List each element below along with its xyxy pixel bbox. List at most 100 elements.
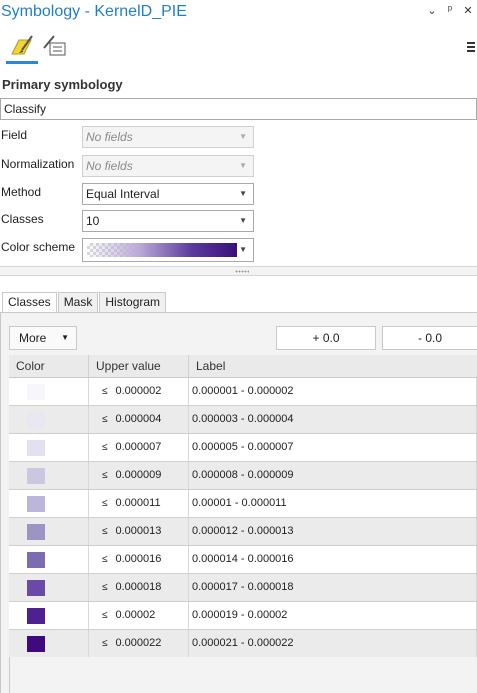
color-swatch[interactable] <box>26 579 45 596</box>
upper-value: 0.000013 <box>115 525 162 537</box>
less-equal-icon: ≤ <box>102 526 108 537</box>
close-icon[interactable]: ✕ <box>463 4 473 17</box>
label-cell[interactable]: 0.00001 - 0.000011 <box>189 490 477 517</box>
upper-value-cell[interactable]: ≤0.000009 <box>89 462 189 489</box>
chevron-down-icon: ▼ <box>239 245 247 254</box>
chevron-down-icon: ▼ <box>239 189 247 198</box>
increase-precision-button[interactable]: + 0.0 <box>276 326 376 350</box>
chevron-down-icon: ▼ <box>61 333 69 342</box>
color-swatch[interactable] <box>26 467 45 484</box>
upper-value: 0.000002 <box>115 385 162 397</box>
color-swatch[interactable] <box>26 635 45 652</box>
color-cell[interactable] <box>9 602 89 629</box>
chevron-down-icon[interactable]: ⌄ <box>427 4 437 17</box>
table-row[interactable]: ≤0.000013 0.000012 - 0.000013 <box>9 518 477 546</box>
color-scheme-dropdown[interactable]: ▼ <box>82 238 254 262</box>
less-equal-icon: ≤ <box>102 498 108 509</box>
label-cell[interactable]: 0.000017 - 0.000018 <box>189 574 477 601</box>
menu-icon[interactable] <box>467 42 475 54</box>
less-equal-icon: ≤ <box>102 610 108 621</box>
label-cell[interactable]: 0.000003 - 0.000004 <box>189 406 477 433</box>
color-cell[interactable] <box>9 434 89 461</box>
upper-value: 0.000011 <box>115 497 161 509</box>
chevron-down-icon: ▼ <box>239 161 247 170</box>
color-swatch[interactable] <box>26 551 45 568</box>
more-button[interactable]: More ▼ <box>9 326 77 350</box>
column-header-upper-value[interactable]: Upper value <box>89 355 189 377</box>
upper-value-cell[interactable]: ≤0.00002 <box>89 602 189 629</box>
color-cell[interactable] <box>9 378 89 405</box>
pane-splitter[interactable] <box>0 266 477 276</box>
primary-symbology-dropdown[interactable]: Classify <box>0 98 477 120</box>
table-row[interactable]: ≤0.000007 0.000005 - 0.000007 <box>9 434 477 462</box>
label-cell[interactable]: 0.000021 - 0.000022 <box>189 630 477 657</box>
primary-symbology-value: Classify <box>4 102 47 116</box>
tab-histogram[interactable]: Histogram <box>99 292 167 312</box>
table-row[interactable]: ≤0.000011 0.00001 - 0.000011 <box>9 490 477 518</box>
color-cell[interactable] <box>9 574 89 601</box>
upper-value-cell[interactable]: ≤0.000016 <box>89 546 189 573</box>
color-cell[interactable] <box>9 546 89 573</box>
color-swatch[interactable] <box>26 439 45 456</box>
column-header-label[interactable]: Label <box>189 355 477 377</box>
table-row[interactable]: ≤0.000009 0.000008 - 0.000009 <box>9 462 477 490</box>
color-cell[interactable] <box>9 406 89 433</box>
method-dropdown[interactable]: Equal Interval ▼ <box>82 183 254 205</box>
label-cell[interactable]: 0.000012 - 0.000013 <box>189 518 477 545</box>
color-cell[interactable] <box>9 518 89 545</box>
upper-value: 0.00002 <box>115 609 156 621</box>
less-equal-icon: ≤ <box>102 582 108 593</box>
primary-symbology-heading: Primary symbology <box>2 77 123 92</box>
table-row[interactable]: ≤0.000018 0.000017 - 0.000018 <box>9 574 477 602</box>
color-swatch[interactable] <box>26 383 45 400</box>
upper-value-cell[interactable]: ≤0.000018 <box>89 574 189 601</box>
color-swatch[interactable] <box>26 411 45 428</box>
upper-value-cell[interactable]: ≤0.000011 <box>89 490 189 517</box>
upper-value: 0.000004 <box>115 413 162 425</box>
pane-title: Symbology - KernelD_PIE <box>1 3 187 20</box>
decrease-precision-button[interactable]: - 0.0 <box>382 326 477 350</box>
label-cell[interactable]: 0.000008 - 0.000009 <box>189 462 477 489</box>
primary-symbology-button[interactable] <box>6 32 38 64</box>
title-bar: Symbology - KernelD_PIE ⌄ ᵖ ✕ <box>0 0 477 26</box>
table-row[interactable]: ≤0.000016 0.000014 - 0.000016 <box>9 546 477 574</box>
color-swatch[interactable] <box>26 607 45 624</box>
upper-value-cell[interactable]: ≤0.000007 <box>89 434 189 461</box>
label-cell[interactable]: 0.000005 - 0.000007 <box>189 434 477 461</box>
symbology-type-toolbar <box>0 28 477 68</box>
table-row[interactable]: ≤0.000002 0.000001 - 0.000002 <box>9 378 477 406</box>
table-row[interactable]: ≤0.000022 0.000021 - 0.000022 <box>9 630 477 658</box>
color-swatch[interactable] <box>26 523 45 540</box>
table-row[interactable]: ≤0.000004 0.000003 - 0.000004 <box>9 406 477 434</box>
column-header-color[interactable]: Color <box>9 355 89 377</box>
field-label: Field <box>1 128 28 142</box>
upper-value-cell[interactable]: ≤0.000002 <box>89 378 189 405</box>
paintbrush-icon <box>11 35 33 55</box>
chevron-down-icon: ▼ <box>239 216 247 225</box>
classes-dropdown[interactable]: 10 ▼ <box>82 210 254 232</box>
color-cell[interactable] <box>9 490 89 517</box>
color-swatch[interactable] <box>26 495 45 512</box>
label-cell[interactable]: 0.000001 - 0.000002 <box>189 378 477 405</box>
normalization-dropdown: No fields ▼ <box>82 155 254 177</box>
pin-icon[interactable]: ᵖ <box>445 4 455 17</box>
label-cell[interactable]: 0.000019 - 0.00002 <box>189 602 477 629</box>
secondary-symbology-button[interactable] <box>40 32 68 60</box>
upper-value: 0.000009 <box>115 469 162 481</box>
label-cell[interactable]: 0.000014 - 0.000016 <box>189 546 477 573</box>
tab-mask[interactable]: Mask <box>57 292 99 312</box>
normalization-label: Normalization <box>1 157 75 171</box>
color-cell[interactable] <box>9 462 89 489</box>
table-row[interactable]: ≤0.00002 0.000019 - 0.00002 <box>9 602 477 630</box>
color-cell[interactable] <box>9 630 89 657</box>
less-equal-icon: ≤ <box>102 470 108 481</box>
chevron-down-icon: ▼ <box>239 132 247 141</box>
color-ramp-preview <box>87 243 237 257</box>
upper-value: 0.000007 <box>115 441 162 453</box>
vary-symbology-icon <box>43 35 66 56</box>
upper-value-cell[interactable]: ≤0.000022 <box>89 630 189 657</box>
method-label: Method <box>1 185 42 199</box>
tab-classes[interactable]: Classes <box>2 292 57 313</box>
upper-value-cell[interactable]: ≤0.000013 <box>89 518 189 545</box>
upper-value-cell[interactable]: ≤0.000004 <box>89 406 189 433</box>
